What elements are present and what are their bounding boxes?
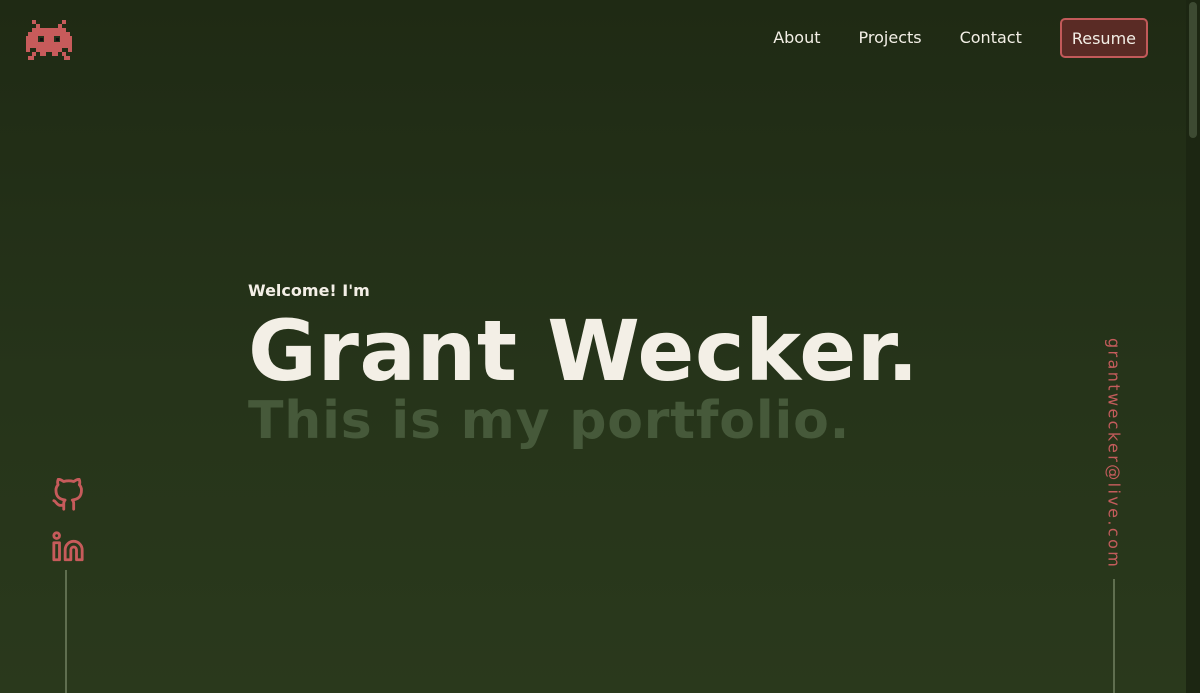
nav-projects-link[interactable]: Projects xyxy=(859,18,922,58)
portfolio-page: About Projects Contact Resume Welcome! I… xyxy=(0,0,1200,693)
github-icon[interactable] xyxy=(51,477,85,512)
nav-contact-link[interactable]: Contact xyxy=(960,18,1022,58)
scrollbar-thumb[interactable] xyxy=(1189,2,1197,138)
logo-svg xyxy=(26,20,72,60)
nav-about-link[interactable]: About xyxy=(773,18,820,58)
hero-name: Grant Wecker. xyxy=(248,302,920,400)
email-rail-line xyxy=(1113,579,1115,693)
social-rail-line xyxy=(65,570,67,693)
email-link[interactable]: grantwecker@live.com xyxy=(1105,338,1124,569)
resume-button[interactable]: Resume xyxy=(1059,18,1148,58)
main-nav: About Projects Contact Resume xyxy=(773,18,1148,58)
welcome-text: Welcome! I'm xyxy=(248,281,370,300)
social-links xyxy=(50,477,86,693)
hero-tagline: This is my portfolio. xyxy=(248,391,851,451)
scrollbar[interactable] xyxy=(1186,0,1200,693)
email-rail: grantwecker@live.com xyxy=(1103,338,1125,693)
space-invader-icon[interactable] xyxy=(26,20,72,60)
hero-section: Welcome! I'm Grant Wecker. This is my po… xyxy=(248,280,919,452)
linkedin-icon[interactable] xyxy=(51,530,85,564)
